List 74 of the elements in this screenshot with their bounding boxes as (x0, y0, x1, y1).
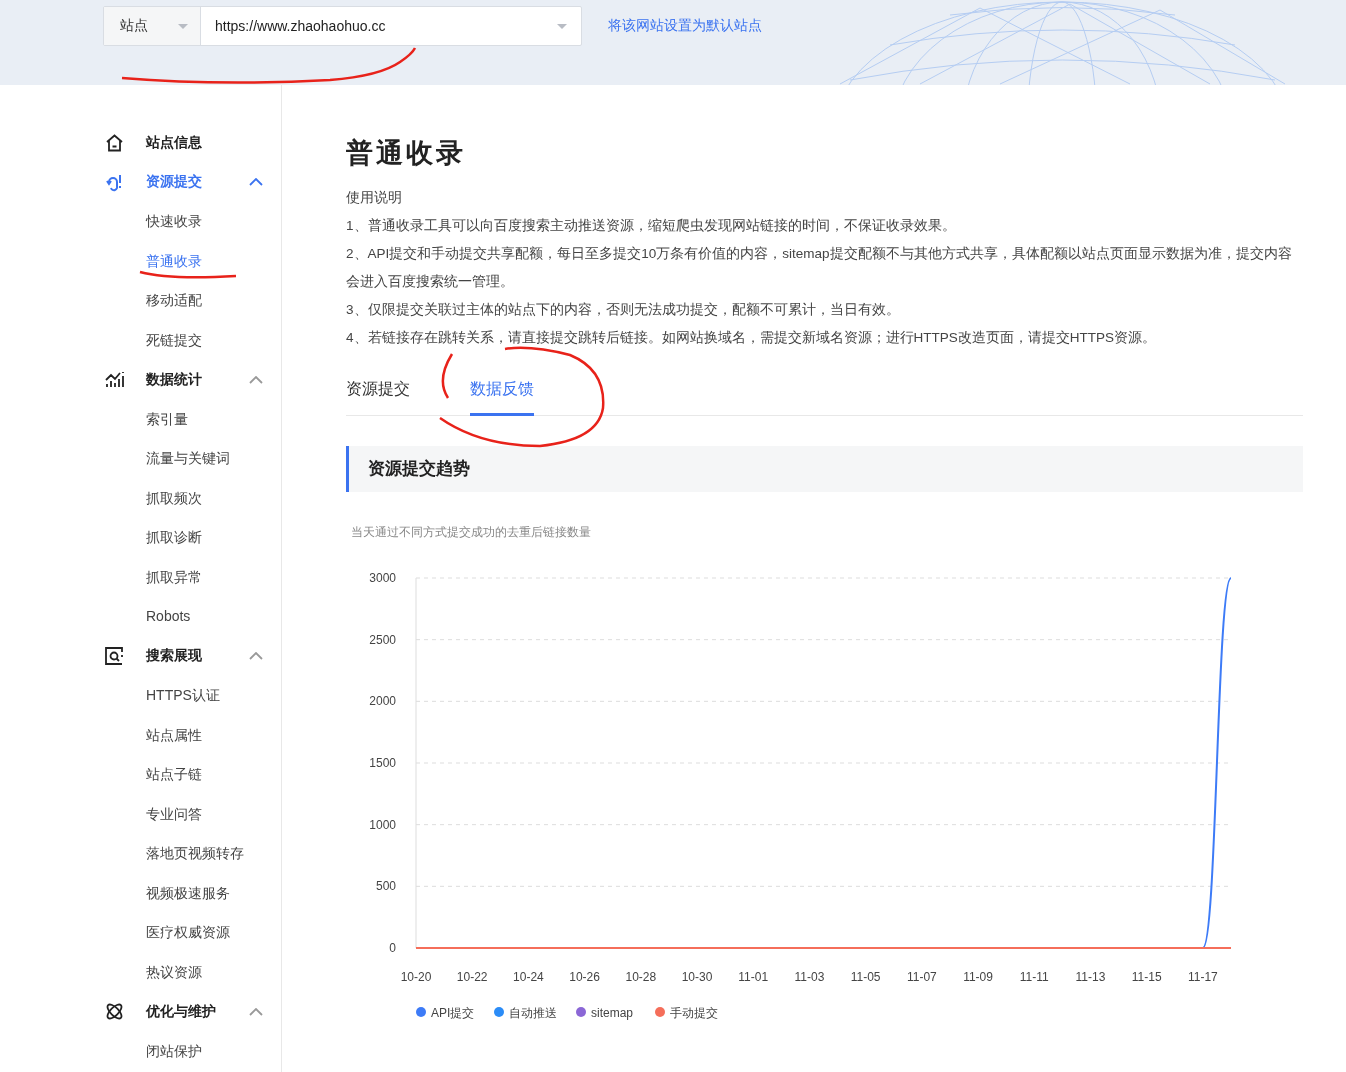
sidebar-item[interactable]: 医疗权威资源 (0, 913, 281, 953)
x-tick-label: 11-03 (794, 970, 825, 984)
sidebar-item[interactable]: 闭站保护 (0, 1031, 281, 1071)
home-icon (105, 133, 124, 152)
caret-icon (178, 23, 188, 29)
sidebar-item[interactable]: 抓取诊断 (0, 518, 281, 558)
chevron-icon (249, 178, 263, 187)
x-tick-label: 10-28 (625, 970, 657, 984)
sidebar-item[interactable]: HTTPS认证 (0, 676, 281, 716)
sidebar-item[interactable]: 普通收录 (0, 241, 281, 281)
instruction-text: 3、仅限提交关联过主体的站点下的内容，否则无法成功提交，配额不可累计，当日有效。 (346, 301, 901, 319)
x-tick-label: 11-07 (906, 970, 937, 984)
atom-icon (105, 1002, 124, 1022)
sidebar-group[interactable]: 站点信息 (0, 123, 270, 163)
sidebar-item[interactable]: 死链提交 (0, 320, 281, 360)
sidebar-item[interactable]: 站点子链 (0, 755, 281, 795)
section-title: 资源提交趋势 (368, 458, 470, 479)
chart-icon (105, 371, 124, 389)
sidebar-group[interactable]: 资源提交 (0, 162, 270, 202)
sidebar-group[interactable]: 数据统计 (0, 360, 270, 400)
sidebar-item[interactable]: 快速收录 (0, 202, 281, 242)
sidebar-item[interactable]: 站点属性 (0, 715, 281, 755)
instruction-text: 2、API提交和手动提交共享配额，每日至多提交10万条有价值的内容，sitemap提交配额不与其他方式共享，具体配额以站点页面显示数据为准，提交内容会进入百度搜索统一管理。 (346, 245, 1293, 291)
instruction-text: 4、若链接存在跳转关系，请直接提交跳转后链接。如网站换域名，需提交新域名资源；进行HTTPS改造页面，请提交HTTPS资源。 (346, 329, 1157, 347)
x-tick-label: 11-09 (963, 970, 993, 984)
x-tick-label: 10-26 (569, 970, 600, 984)
sidebar-item[interactable]: Robots (0, 597, 281, 637)
chevron-icon (249, 652, 263, 661)
legend-label[interactable]: API提交 (431, 1005, 475, 1020)
caret-icon (557, 23, 567, 29)
sidebar-group[interactable]: 优化与维护 (0, 992, 270, 1032)
sidebar-item[interactable]: 移动适配 (0, 281, 281, 321)
x-tick-label: 11-13 (1075, 970, 1106, 984)
tab[interactable]: 资源提交 (346, 379, 410, 416)
x-tick-label: 11-05 (850, 970, 881, 984)
x-tick-label: 11-11 (1019, 970, 1049, 984)
x-tick-label: 11-15 (1131, 970, 1162, 984)
sidebar-item[interactable]: 抓取异常 (0, 557, 281, 597)
loop-arrow-icon (105, 172, 124, 192)
chevron-icon (249, 375, 263, 384)
legend-label[interactable]: 自动推送 (509, 1005, 557, 1020)
page-title: 普通收录 (346, 137, 467, 165)
y-tick-label: 2000 (369, 694, 396, 709)
sidebar-group[interactable]: 搜索展现 (0, 636, 270, 676)
y-tick-label: 500 (375, 879, 396, 894)
y-tick-label: 2500 (369, 632, 396, 647)
x-tick-label: 10-24 (513, 970, 544, 984)
search-icon (105, 647, 124, 666)
y-tick-label: 3000 (369, 571, 396, 585)
site-type-dropdown[interactable]: 站点 (104, 7, 201, 45)
site-url-dropdown[interactable]: https://www.zhaohaohuo.cc (201, 7, 581, 45)
sidebar-item[interactable]: 专业问答 (0, 794, 281, 834)
chevron-icon (249, 1007, 263, 1016)
chart-subtitle: 当天通过不同方式提交成功的去重后链接数量 (351, 525, 592, 540)
sidebar-item[interactable]: 热议资源 (0, 952, 281, 992)
y-tick-label: 1000 (369, 817, 396, 832)
x-tick-label: 10-30 (681, 970, 713, 984)
x-tick-label: 11-01 (738, 970, 769, 984)
y-tick-label: 1500 (369, 756, 396, 770)
tab[interactable]: 数据反馈 (470, 379, 534, 416)
x-tick-label: 11-17 (1188, 970, 1218, 984)
sidebar-item[interactable]: 流量与关键词 (0, 439, 281, 479)
sidebar-item[interactable]: 索引量 (0, 399, 281, 439)
instruction-text: 1、普通收录工具可以向百度搜索主动推送资源，缩短爬虫发现网站链接的时间，不保证收录效果。 (346, 217, 957, 235)
set-default-link[interactable]: 将该网站设置为默认站点 (608, 17, 762, 35)
legend-label[interactable]: sitemap (591, 1005, 634, 1020)
sidebar-item[interactable]: 视频极速服务 (0, 873, 281, 913)
sidebar-item[interactable]: 抓取频次 (0, 478, 281, 518)
legend-label[interactable]: 手动提交 (670, 1005, 718, 1020)
x-tick-label: 10-20 (400, 970, 432, 984)
instructions-heading: 使用说明 (346, 189, 403, 207)
sidebar-item[interactable]: 落地页视频转存 (0, 834, 281, 874)
y-tick-label: 0 (389, 941, 396, 955)
x-tick-label: 10-22 (456, 970, 488, 984)
